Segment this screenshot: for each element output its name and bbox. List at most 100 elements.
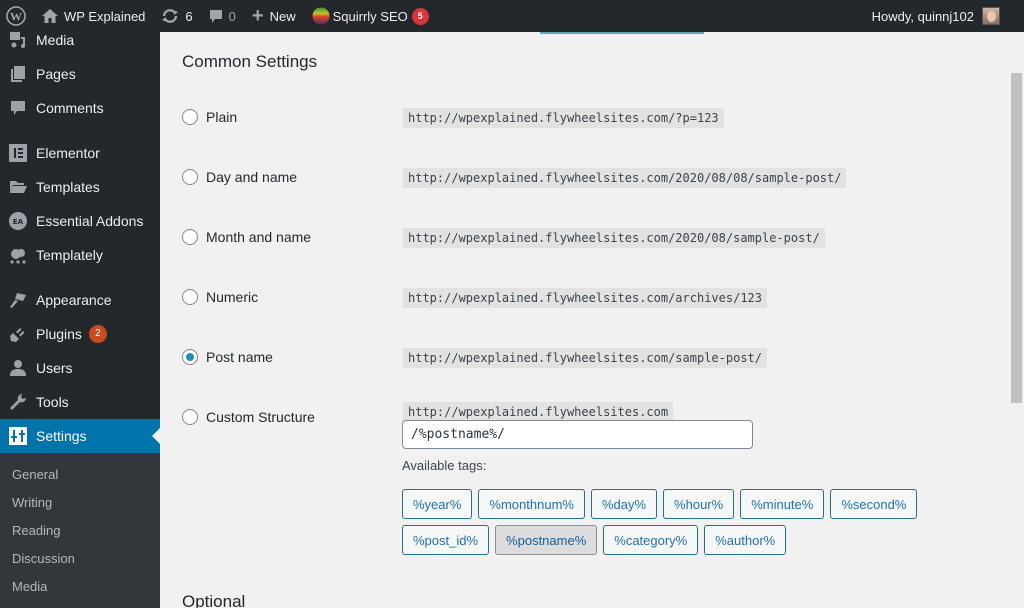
submenu-general[interactable]: General <box>0 461 160 489</box>
tag-post-id-button[interactable]: %post_id% <box>402 525 490 555</box>
submenu-writing[interactable]: Writing <box>0 489 160 517</box>
sidebar-label: Templates <box>36 179 100 195</box>
comment-bubble-icon <box>209 9 223 24</box>
section-title: Common Settings <box>182 52 318 71</box>
tag-hour-button[interactable]: %hour% <box>663 489 735 519</box>
available-tags-label: Available tags: <box>402 458 487 473</box>
page-scrollbar[interactable] <box>1008 32 1024 608</box>
sidebar-item-settings[interactable]: Settings <box>0 419 160 453</box>
templately-icon <box>9 246 27 264</box>
menu-separator <box>0 272 160 283</box>
sidebar-label: Appearance <box>36 292 112 308</box>
tag-category-button[interactable]: %category% <box>603 525 699 555</box>
radio-post-name[interactable] <box>182 349 198 365</box>
tag-minute-button[interactable]: %minute% <box>740 489 825 519</box>
permalink-option-numeric[interactable]: Numeric <box>182 289 258 305</box>
sidebar-label: Tools <box>36 394 69 410</box>
tag-year-button[interactable]: %year% <box>402 489 473 519</box>
option-label: Day and name <box>206 169 298 185</box>
howdy-greeting: Howdy, quinnj102 <box>871 8 974 24</box>
example-url-day-and-name: http://wpexplained.flywheelsites.com/202… <box>403 168 847 188</box>
submenu-reading[interactable]: Reading <box>0 517 160 545</box>
sidebar-item-templates[interactable]: Templates <box>0 170 160 204</box>
option-label: Plain <box>206 109 238 125</box>
submenu-media[interactable]: Media <box>0 573 160 601</box>
scrollbar-thumb[interactable] <box>1011 73 1022 403</box>
admin-bar: W WP Explained 6 0 + New Squirrly SEO 5 <box>0 0 1024 32</box>
main-content: Common Settings Plain http://wpexplained… <box>160 32 1008 608</box>
comments-menu[interactable]: 0 <box>201 0 244 32</box>
admin-sidebar: Media Pages Comments Elementor Templates… <box>0 32 160 608</box>
sidebar-item-templately[interactable]: Templately <box>0 238 160 272</box>
essential-addons-icon: EA <box>9 212 27 230</box>
tag-day-button[interactable]: %day% <box>590 489 658 519</box>
radio-plain[interactable] <box>182 109 198 125</box>
elementor-icon <box>9 144 27 162</box>
example-url-month-and-name: http://wpexplained.flywheelsites.com/202… <box>403 228 825 248</box>
new-content-menu[interactable]: + New <box>244 0 304 32</box>
permalink-option-day-and-name[interactable]: Day and name <box>182 169 297 185</box>
updates-count: 6 <box>185 8 193 24</box>
paintbrush-icon <box>9 291 27 309</box>
optional-section-title: Optional <box>182 592 246 608</box>
svg-text:W: W <box>10 10 22 24</box>
sidebar-item-users[interactable]: Users <box>0 351 160 385</box>
plugins-update-badge: 2 <box>88 325 107 343</box>
svg-text:EA: EA <box>13 217 24 226</box>
sidebar-item-appearance[interactable]: Appearance <box>0 283 160 317</box>
tag-postname-button[interactable]: %postname% <box>495 525 598 555</box>
radio-day-and-name[interactable] <box>182 169 198 185</box>
pages-icon <box>9 65 27 83</box>
permalink-option-plain[interactable]: Plain <box>182 109 237 125</box>
permalink-option-custom-structure[interactable]: Custom Structure <box>182 409 315 425</box>
sidebar-label: Templately <box>36 247 103 263</box>
sidebar-item-tools[interactable]: Tools <box>0 385 160 419</box>
sidebar-label: Essential Addons <box>36 213 144 229</box>
wp-logo-menu[interactable]: W <box>0 0 34 32</box>
tag-monthnum-button[interactable]: %monthnum% <box>478 489 585 519</box>
sidebar-item-comments[interactable]: Comments <box>0 91 160 125</box>
squirrly-seo-menu[interactable]: Squirrly SEO 5 <box>304 0 437 32</box>
settings-icon <box>9 427 27 445</box>
updates-icon <box>161 8 179 24</box>
tag-author-button[interactable]: %author% <box>704 525 787 555</box>
sidebar-item-pages[interactable]: Pages <box>0 57 160 91</box>
wordpress-icon: W <box>6 6 26 26</box>
user-icon <box>9 359 27 377</box>
new-label: New <box>269 8 296 24</box>
updates-menu[interactable]: 6 <box>153 0 200 32</box>
cut-off-link <box>540 32 704 34</box>
tag-second-button[interactable]: %second% <box>830 489 918 519</box>
radio-custom-structure[interactable] <box>182 409 198 425</box>
custom-structure-input[interactable]: /%postname%/ <box>402 420 753 449</box>
sidebar-item-elementor[interactable]: Elementor <box>0 136 160 170</box>
menu-separator <box>0 125 160 136</box>
site-name-menu[interactable]: WP Explained <box>34 0 153 32</box>
permalink-option-post-name[interactable]: Post name <box>182 349 273 365</box>
sidebar-label: Media <box>36 32 75 48</box>
option-label: Numeric <box>206 289 259 305</box>
sidebar-item-essential-addons[interactable]: EA Essential Addons <box>0 204 160 238</box>
home-icon <box>42 9 58 23</box>
squirrly-seo-badge: 5 <box>411 7 429 25</box>
sidebar-label: Plugins <box>36 326 82 342</box>
comments-icon <box>9 99 27 117</box>
radio-numeric[interactable] <box>182 289 198 305</box>
my-account-menu[interactable]: Howdy, quinnj102 <box>864 0 1024 32</box>
wrench-icon <box>9 393 27 411</box>
settings-submenu: General Writing Reading Discussion Media <box>0 453 160 608</box>
sidebar-item-plugins[interactable]: Plugins 2 <box>0 317 160 351</box>
permalink-option-month-and-name[interactable]: Month and name <box>182 229 311 245</box>
option-label: Post name <box>206 349 273 365</box>
submenu-discussion[interactable]: Discussion <box>0 545 160 573</box>
radio-month-and-name[interactable] <box>182 229 198 245</box>
sidebar-label: Pages <box>36 66 76 82</box>
sidebar-label: Users <box>36 360 73 376</box>
option-label: Month and name <box>206 229 312 245</box>
sidebar-label: Elementor <box>36 145 100 161</box>
custom-structure-base-url: http://wpexplained.flywheelsites.com <box>403 402 674 422</box>
folder-icon <box>9 178 27 196</box>
sidebar-label: Comments <box>36 100 104 116</box>
avatar <box>982 7 1000 25</box>
sidebar-label: Settings <box>36 428 87 444</box>
